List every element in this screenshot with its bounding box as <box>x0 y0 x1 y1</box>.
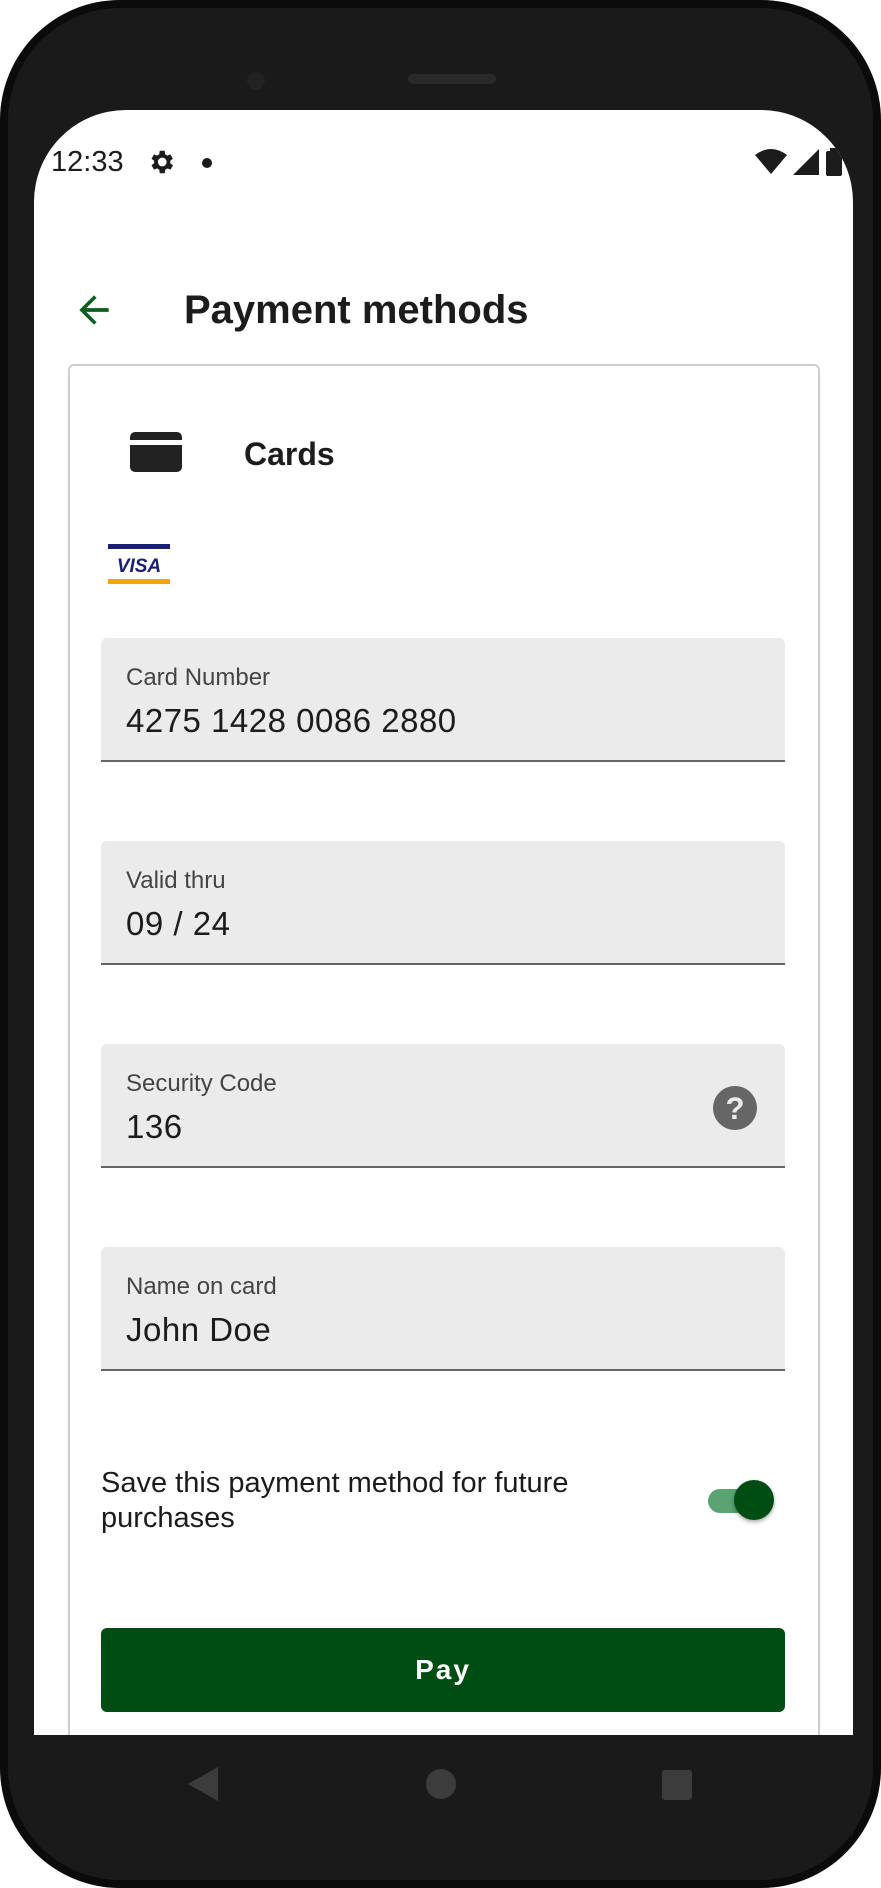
svg-text:VISA: VISA <box>117 556 161 577</box>
valid-thru-label: Valid thru <box>126 867 226 894</box>
svg-text:?: ? <box>725 1091 744 1126</box>
nav-recents-icon[interactable] <box>662 1770 692 1800</box>
nav-home-icon[interactable] <box>426 1769 456 1799</box>
save-payment-method-toggle[interactable] <box>704 1478 774 1522</box>
security-code-input[interactable]: 136 <box>126 1108 183 1146</box>
name-on-card-field[interactable]: Name on card John Doe <box>101 1247 785 1371</box>
valid-thru-field[interactable]: Valid thru 09 / 24 <box>101 841 785 965</box>
signal-icon <box>793 149 819 175</box>
back-arrow-icon[interactable] <box>72 288 116 332</box>
visa-logo: VISA <box>108 544 170 584</box>
status-time: 12:33 <box>51 146 124 178</box>
settings-icon <box>151 150 173 174</box>
battery-icon <box>826 148 842 176</box>
page-title: Payment methods <box>184 288 529 332</box>
valid-thru-input[interactable]: 09 / 24 <box>126 905 230 943</box>
security-code-field[interactable]: Security Code 136 ? <box>101 1044 785 1168</box>
cards-section-title: Cards <box>244 436 335 472</box>
status-bar: 12:33 <box>34 110 853 210</box>
pay-button[interactable]: Pay <box>101 1628 785 1712</box>
help-icon[interactable]: ? <box>713 1086 757 1130</box>
credit-card-icon <box>130 432 182 472</box>
front-camera <box>247 72 265 90</box>
card-number-input[interactable]: 4275 1428 0086 2880 <box>126 702 457 740</box>
name-on-card-label: Name on card <box>126 1273 277 1300</box>
security-code-label: Security Code <box>126 1070 277 1097</box>
notification-dot <box>202 158 212 168</box>
status-icons <box>755 148 843 176</box>
screen: 12:33 Payment methods Cards VISA Card Nu… <box>34 110 853 1735</box>
navigation-bar <box>34 1735 853 1835</box>
card-number-field[interactable]: Card Number 4275 1428 0086 2880 <box>101 638 785 762</box>
name-on-card-input[interactable]: John Doe <box>126 1311 271 1349</box>
save-payment-method-label: Save this payment method for future purc… <box>101 1467 569 1534</box>
app-bar: Payment methods <box>34 270 853 350</box>
earpiece-speaker <box>408 74 496 84</box>
card-number-label: Card Number <box>126 664 271 691</box>
payment-card-panel: Cards VISA Card Number 4275 1428 0086 28… <box>68 364 820 1735</box>
toggle-thumb <box>734 1480 774 1520</box>
nav-back-icon[interactable] <box>188 1767 218 1801</box>
wifi-icon <box>755 149 787 174</box>
